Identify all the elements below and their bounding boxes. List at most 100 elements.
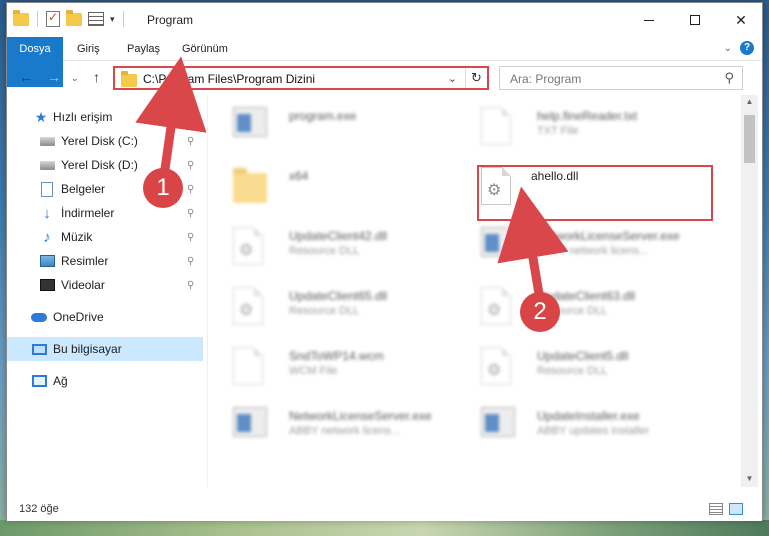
file-list: program.exe help.fineReader.txt TXT File…	[209, 95, 741, 487]
file-description: TXT File	[537, 125, 579, 137]
view-options-icon[interactable]	[88, 12, 104, 26]
minimize-icon	[644, 19, 654, 21]
pin-icon[interactable]: ⚲	[187, 136, 194, 147]
sidebar-item-label: İndirmeler	[61, 206, 115, 220]
file-item[interactable]: UpdateInstaller.exe ABBY updates install…	[457, 401, 697, 451]
computer-icon	[31, 341, 47, 357]
file-item[interactable]: help.fineReader.txt TXT File	[457, 101, 697, 151]
highlight-box	[477, 165, 713, 221]
tab-home[interactable]: Giriş	[69, 37, 108, 61]
file-item[interactable]: NetworkLicenseServer.exe ABBY network li…	[457, 221, 697, 271]
pin-icon[interactable]: ⚲	[187, 256, 194, 267]
exe-icon	[233, 407, 267, 447]
file-name: SndToWP14.wcm	[289, 349, 384, 363]
file-description: ABBY updates installer	[537, 425, 650, 437]
network-icon	[31, 373, 47, 389]
properties-check-icon[interactable]	[46, 10, 60, 27]
back-arrow-icon[interactable]: ←	[19, 69, 33, 85]
file-item[interactable]: x64	[209, 161, 449, 211]
close-button[interactable]: ✕	[718, 3, 764, 37]
search-box[interactable]: Ara: Program ⚲	[499, 66, 743, 90]
sidebar-item-this-pc[interactable]: Bu bilgisayar	[7, 337, 203, 361]
up-arrow-icon[interactable]: ↑	[93, 69, 100, 85]
tab-share[interactable]: Paylaş	[119, 37, 168, 61]
scroll-up-icon[interactable]: ▲	[741, 97, 758, 106]
file-description: Resource DLL	[289, 305, 360, 317]
sidebar-item-quick-access[interactable]: ★ Hızlı erişim	[7, 105, 203, 129]
music-icon: ♪	[43, 228, 51, 246]
address-path[interactable]: C:\Program Files\Program Dizini	[143, 72, 315, 86]
sidebar-item-label: Belgeler	[61, 182, 106, 196]
file-item[interactable]: ⚙ UpdateClient42.dll Resource DLL	[209, 221, 449, 271]
new-folder-icon[interactable]	[66, 9, 82, 26]
scrollbar-thumb[interactable]	[744, 115, 755, 163]
pin-icon[interactable]: ⚲	[187, 280, 194, 291]
details-view-icon[interactable]	[709, 503, 723, 515]
ribbon-tabs: Dosya Giriş Paylaş Görünüm ⌄ ?	[7, 37, 762, 87]
status-bar: 132 öğe	[7, 499, 762, 521]
file-item[interactable]: ⚙ UpdateClient63.dll Resource DLL	[457, 281, 697, 331]
large-icons-view-icon[interactable]	[729, 503, 743, 515]
sidebar-item-onedrive[interactable]: OneDrive	[7, 305, 203, 329]
recent-locations-dropdown-icon[interactable]: ⌄	[71, 73, 79, 84]
customize-toolbar-dropdown-icon[interactable]: ▾	[110, 14, 115, 25]
vertical-scrollbar[interactable]: ▲ ▼	[741, 95, 758, 487]
sidebar-item-label: Müzik	[61, 230, 93, 244]
file-name: help.fineReader.txt	[537, 109, 638, 123]
sidebar-item-network[interactable]: Ağ	[7, 369, 203, 393]
folder-icon	[233, 167, 267, 207]
file-explorer-window: ▾ Program ✕ Dosya Giriş Paylaş Görünüm ⌄…	[6, 2, 764, 521]
folder-icon	[13, 9, 29, 26]
refresh-icon[interactable]: ↻	[465, 68, 487, 88]
exe-icon	[233, 107, 267, 147]
drive-icon	[39, 157, 55, 173]
file-item[interactable]: ⚙ UpdateClient5.dll Resource DLL	[457, 341, 697, 391]
exe-icon	[481, 227, 515, 267]
pin-icon[interactable]: ⚲	[187, 184, 194, 195]
navigation-bar: ← → ⌄ ↑ C:\Program Files\Program Dizini …	[7, 61, 762, 95]
search-placeholder[interactable]: Ara: Program	[510, 72, 581, 86]
quick-access-toolbar: ▾	[13, 9, 126, 27]
pane-divider[interactable]	[207, 95, 208, 487]
tab-view[interactable]: Görünüm	[174, 37, 236, 61]
window-title: Program	[147, 13, 194, 27]
pin-icon[interactable]: ⚲	[187, 232, 194, 243]
scroll-down-icon[interactable]: ▼	[741, 474, 758, 483]
step-badge-2: 2	[520, 292, 560, 332]
dll-icon: ⚙	[481, 347, 515, 387]
sidebar-item-label: Yerel Disk (C:)	[61, 134, 138, 148]
file-item[interactable]: SndToWP14.wcm WCM File	[209, 341, 449, 391]
expand-ribbon-icon[interactable]: ⌄	[724, 43, 732, 54]
file-item[interactable]: NetworkLicenseServer.exe ABBY network li…	[209, 401, 449, 451]
forward-arrow-icon[interactable]: →	[47, 69, 61, 85]
minimize-button[interactable]	[626, 3, 672, 37]
file-description: Resource DLL	[289, 245, 360, 257]
item-count: 132 öğe	[19, 503, 59, 515]
file-item[interactable]: ⚙ UpdateClient65.dll Resource DLL	[209, 281, 449, 331]
desktop-background	[0, 520, 769, 536]
file-description: ABBY network licens...	[289, 425, 401, 437]
sidebar-item-label: Yerel Disk (D:)	[61, 158, 138, 172]
sidebar-item-music[interactable]: ♪ Müzik ⚲	[7, 225, 203, 249]
star-icon: ★	[34, 108, 48, 125]
sidebar-item-label: Bu bilgisayar	[53, 342, 122, 356]
file-name: UpdateClient42.dll	[289, 229, 388, 243]
address-bar[interactable]: C:\Program Files\Program Dizini ⌄ ↻	[113, 66, 489, 90]
maximize-button[interactable]	[672, 3, 718, 37]
sidebar-item-label: Hızlı erişim	[53, 110, 113, 124]
pin-icon[interactable]: ⚲	[187, 208, 194, 219]
close-icon: ✕	[735, 11, 747, 28]
sidebar-item-local-disk-c[interactable]: Yerel Disk (C:) ⚲	[7, 129, 203, 153]
drive-icon	[39, 133, 55, 149]
dll-icon: ⚙	[233, 287, 267, 327]
pin-icon[interactable]: ⚲	[187, 160, 194, 171]
step-badge-1: 1	[143, 168, 183, 208]
file-icon	[233, 347, 267, 387]
file-name: x64	[289, 169, 309, 183]
address-dropdown-icon[interactable]: ⌄	[448, 72, 457, 85]
sidebar-item-videos[interactable]: Videolar ⚲	[7, 273, 203, 297]
sidebar-item-pictures[interactable]: Resimler ⚲	[7, 249, 203, 273]
help-icon[interactable]: ?	[740, 41, 754, 55]
file-item[interactable]: program.exe	[209, 101, 449, 151]
search-icon[interactable]: ⚲	[724, 70, 734, 86]
